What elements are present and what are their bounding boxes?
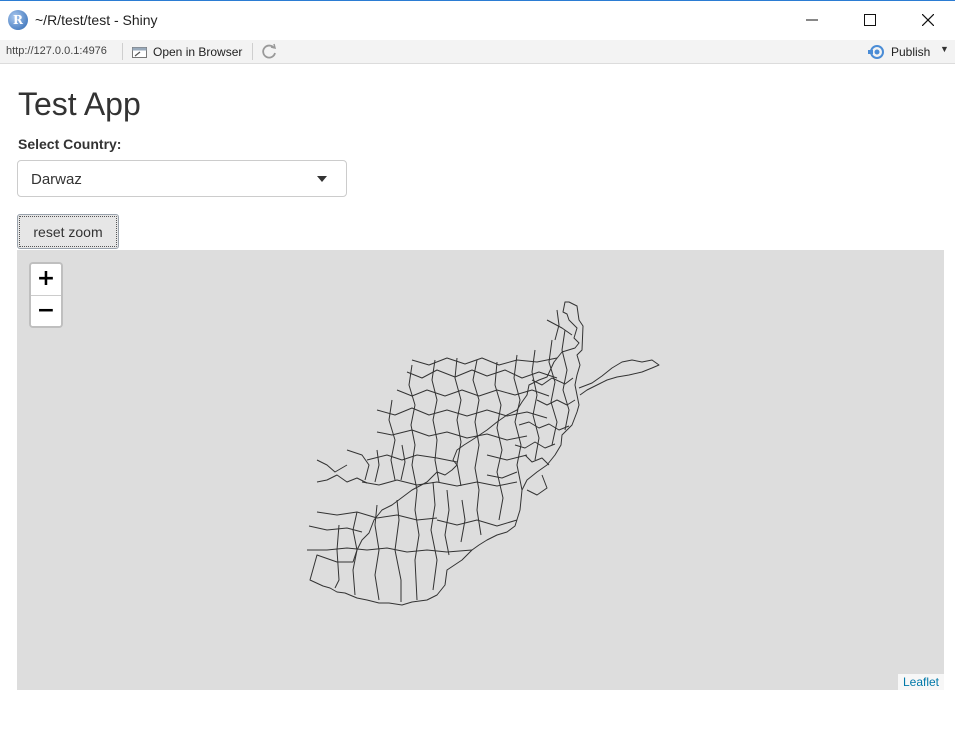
r-app-icon: R: [8, 10, 28, 30]
publish-dropdown-icon[interactable]: ▼: [940, 44, 949, 54]
open-in-browser-button[interactable]: Open in Browser: [131, 42, 242, 62]
window-title: ~/R/test/test - Shiny: [35, 12, 158, 28]
refresh-icon: [262, 43, 277, 59]
minimize-icon: [806, 19, 818, 21]
select-country-label: Select Country:: [18, 136, 122, 152]
country-select-value: Darwaz: [31, 171, 82, 188]
browser-window-icon: [132, 47, 147, 58]
wakhan-corridor: [578, 359, 660, 396]
page-title: Test App: [18, 86, 141, 122]
zoom-out-button[interactable]: −: [31, 296, 61, 326]
url-text: http://127.0.0.1:4976: [6, 45, 107, 57]
reset-zoom-button[interactable]: reset zoom: [17, 214, 119, 249]
close-icon: [922, 14, 934, 26]
publish-label: Publish: [891, 45, 931, 59]
maximize-button[interactable]: [841, 1, 899, 39]
zoom-in-button[interactable]: +: [31, 264, 61, 296]
leaflet-attribution-link[interactable]: Leaflet: [897, 674, 944, 690]
maximize-icon: [864, 14, 876, 26]
country-select[interactable]: Darwaz: [17, 160, 347, 197]
refresh-button[interactable]: [261, 43, 278, 63]
chevron-down-icon: [317, 176, 327, 182]
toolbar-divider: [252, 43, 253, 60]
zoom-control: + −: [29, 262, 63, 328]
leaflet-map[interactable]: + − Leaflet: [17, 250, 944, 690]
close-button[interactable]: [899, 1, 955, 39]
toolbar-divider: [122, 43, 123, 60]
open-in-browser-label: Open in Browser: [153, 45, 243, 59]
country-outline: [309, 301, 584, 606]
minimize-button[interactable]: [783, 1, 841, 39]
viewer-toolbar: http://127.0.0.1:4976 Open in Browser Pu…: [0, 40, 955, 64]
window-title-bar: R ~/R/test/test - Shiny: [0, 0, 955, 40]
publish-icon: [868, 45, 884, 59]
publish-button[interactable]: Publish: [868, 42, 930, 62]
country-districts-map[interactable]: [17, 250, 944, 690]
